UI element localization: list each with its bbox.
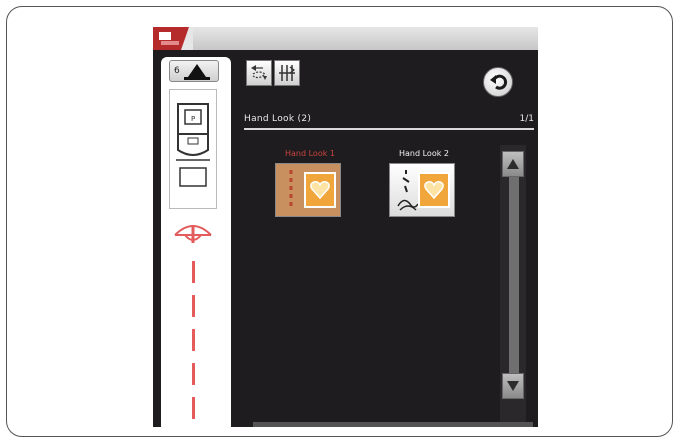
presser-foot-image: P — [169, 89, 217, 209]
stitch-dash — [192, 363, 195, 385]
bottom-strip — [253, 422, 533, 427]
presser-foot-mode-button[interactable]: 6 — [169, 60, 219, 82]
scrollbar-rail[interactable] — [509, 177, 519, 377]
stitch-dash — [192, 397, 195, 419]
stitch-item-hand-look-1[interactable]: Hand Look 1 — [263, 149, 357, 231]
svg-text:P: P — [191, 115, 195, 123]
stitch-adjust-button[interactable] — [274, 60, 300, 86]
presser-foot-position-icon — [188, 64, 206, 77]
presser-foot-number: 6 — [174, 66, 180, 76]
stitch-pattern-icon — [289, 170, 293, 210]
presser-foot-bar — [184, 77, 210, 80]
stitch-item-hand-look-2[interactable]: Hand Look 2 — [377, 149, 471, 231]
stitch-label: Hand Look 1 — [285, 149, 335, 158]
back-button[interactable] — [483, 67, 513, 97]
stitch-dash — [192, 329, 195, 351]
category-header: Hand Look (2) 1/1 — [244, 114, 534, 130]
stitch-tile[interactable] — [275, 163, 341, 217]
page-indicator: 1/1 — [519, 114, 534, 124]
presser-foot-icon: P — [176, 103, 210, 187]
stitch-adjust-icon — [279, 65, 295, 81]
stitch-tile-selected[interactable] — [389, 163, 455, 217]
heart-icon — [424, 181, 444, 200]
top-bar — [153, 27, 538, 50]
scroll-up-icon — [507, 159, 519, 169]
scroll-down-button[interactable] — [502, 373, 524, 399]
foot-outline-icon — [174, 225, 212, 243]
category-title: Hand Look (2) — [244, 114, 312, 124]
back-arrow-icon — [490, 74, 508, 90]
stitch-label: Hand Look 2 — [399, 149, 449, 158]
scroll-up-button[interactable] — [502, 151, 524, 177]
sewing-machine-screen: 6 P Hand Look (2) 1/1 Hand Look 1 Hand L… — [153, 27, 538, 427]
mirror-image-icon — [251, 65, 267, 80]
heart-icon — [310, 181, 330, 200]
heart-thumbnail — [304, 172, 336, 208]
scroll-down-icon — [507, 381, 519, 391]
stitch-preview — [171, 221, 215, 427]
threading-icon — [397, 170, 419, 211]
mirror-image-button[interactable] — [246, 60, 272, 86]
stitch-dash — [192, 295, 195, 317]
stitch-dash — [192, 261, 195, 283]
brand-logo-icon — [153, 27, 193, 50]
heart-thumbnail — [418, 172, 450, 208]
